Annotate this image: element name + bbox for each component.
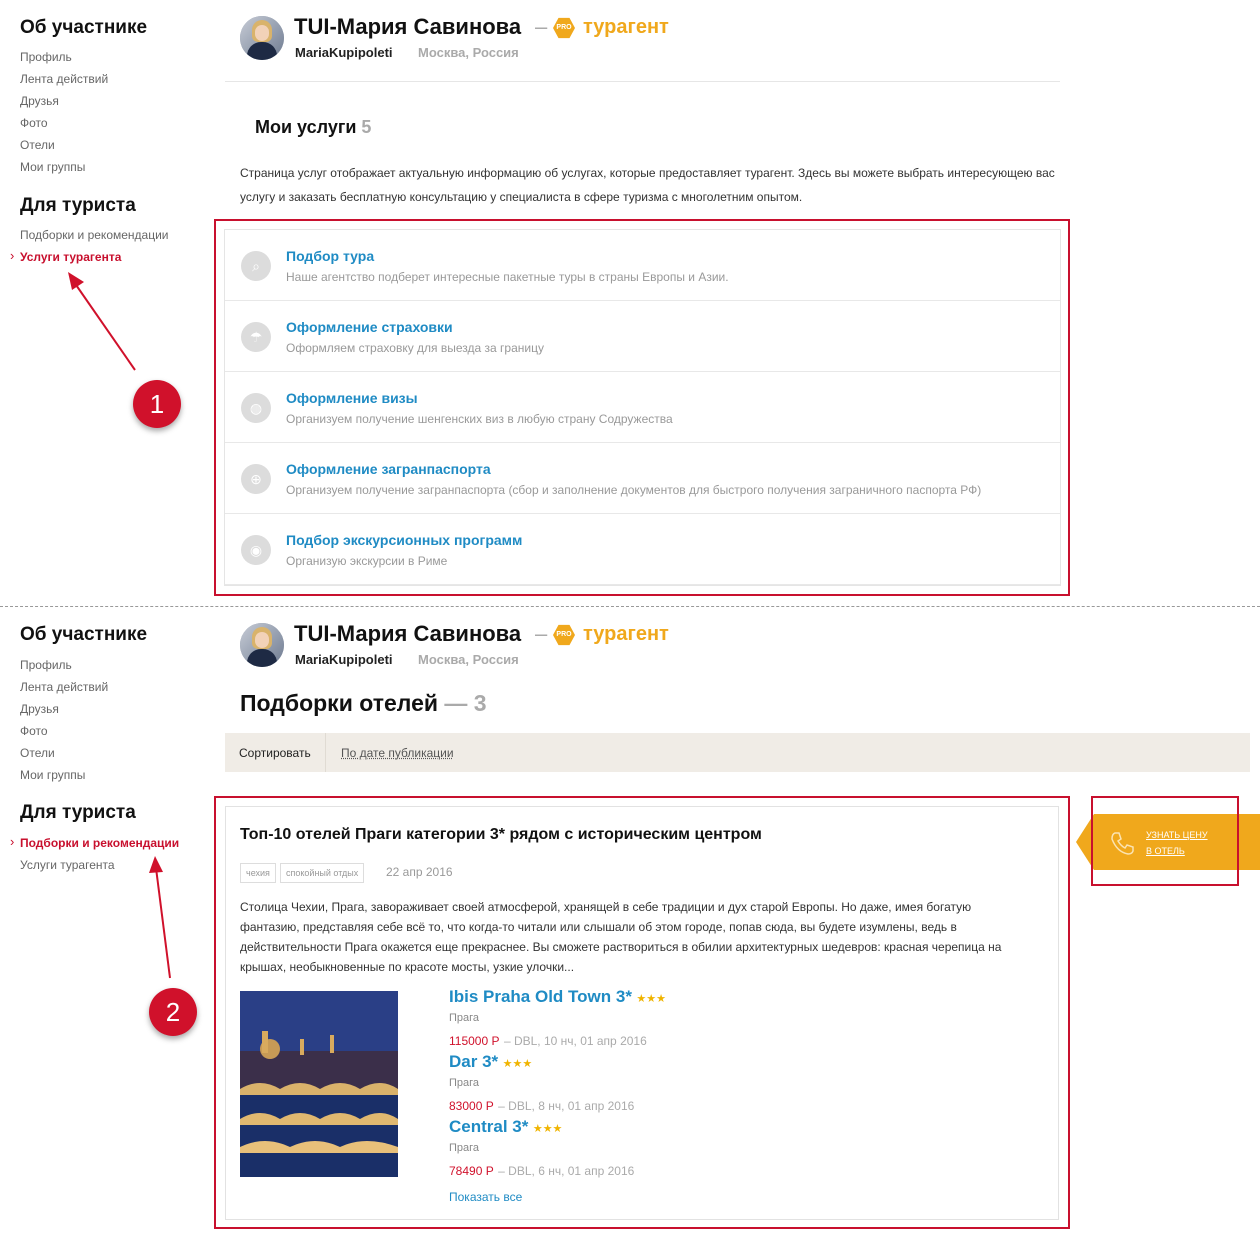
pro-badge: PRO: [553, 624, 575, 646]
services-description-line: услугу и заказать бесплатную консультаци…: [240, 190, 803, 204]
sidebar-item-collections[interactable]: Подборки и рекомендации: [10, 835, 179, 850]
sidebar-heading-about: Об участнике: [20, 17, 148, 38]
header-divider: [225, 81, 1060, 82]
sidebar-item-hotels[interactable]: Отели: [20, 746, 55, 760]
collections-heading: Подборки отелей — 3: [240, 690, 487, 717]
cta-highlight-box: [1091, 796, 1239, 886]
sort-label: Сортировать: [239, 746, 311, 760]
profile-login[interactable]: MariaKupipoleti: [295, 45, 393, 60]
sidebar-item-groups[interactable]: Мои группы: [20, 160, 85, 174]
services-description-line: Страница услуг отображает актуальную инф…: [240, 166, 1055, 180]
sidebar-item-groups[interactable]: Мои группы: [20, 768, 85, 782]
services-heading: Мои услуги 5: [255, 117, 371, 138]
profile-role: турагент: [583, 16, 669, 38]
sidebar-item-photo[interactable]: Фото: [20, 116, 48, 130]
pro-badge: PRO: [553, 17, 575, 39]
profile-city: Москва, Россия: [418, 45, 519, 60]
collections-heading-text: Подборки отелей: [240, 690, 438, 716]
annotation-arrow-2: [149, 856, 171, 979]
profile-dash: –: [535, 621, 548, 646]
annotation-marker-2: 2: [149, 988, 197, 1036]
sidebar-item-feed[interactable]: Лента действий: [20, 680, 108, 694]
collection-highlight-box: [214, 796, 1070, 1229]
profile-login[interactable]: MariaKupipoleti: [295, 652, 393, 667]
services-count: 5: [361, 117, 372, 137]
sidebar-heading-tourist: Для туриста: [20, 195, 136, 216]
sidebar-item-hotels[interactable]: Отели: [20, 138, 55, 152]
collections-count: 3: [473, 690, 487, 716]
services-heading-text: Мои услуги: [255, 117, 357, 137]
sidebar-heading-tourist: Для туриста: [20, 802, 136, 823]
annotation-marker-1: 1: [133, 380, 181, 428]
sidebar-item-agent-services[interactable]: Услуги турагента: [20, 858, 115, 872]
screenshot-divider: [0, 606, 1260, 607]
services-description: Страница услуг отображает актуальную инф…: [240, 161, 1070, 209]
collections-dash: —: [444, 690, 468, 716]
profile-dash: –: [535, 14, 548, 39]
profile-role: турагент: [583, 623, 669, 645]
sidebar-item-profile[interactable]: Профиль: [20, 658, 72, 672]
avatar[interactable]: [240, 623, 284, 667]
sidebar-item-feed[interactable]: Лента действий: [20, 72, 108, 86]
sidebar-item-friends[interactable]: Друзья: [20, 702, 59, 716]
sidebar-item-photo[interactable]: Фото: [20, 724, 48, 738]
sort-separator: [325, 733, 326, 772]
profile-name[interactable]: TUI-Мария Савинова: [294, 621, 521, 647]
sort-bar: Сортировать По дате публикации: [225, 733, 1250, 772]
profile-name[interactable]: TUI-Мария Савинова: [294, 14, 521, 40]
sidebar-item-collections[interactable]: Подборки и рекомендации: [20, 228, 169, 242]
sidebar-item-profile[interactable]: Профиль: [20, 50, 72, 64]
sidebar-item-friends[interactable]: Друзья: [20, 94, 59, 108]
annotation-arrow-1: [68, 272, 136, 371]
sort-by-date-link[interactable]: По дате публикации: [341, 746, 454, 760]
sidebar-heading-about: Об участнике: [20, 624, 148, 645]
profile-city: Москва, Россия: [418, 652, 519, 667]
services-highlight-box: [214, 219, 1070, 596]
avatar[interactable]: [240, 16, 284, 60]
